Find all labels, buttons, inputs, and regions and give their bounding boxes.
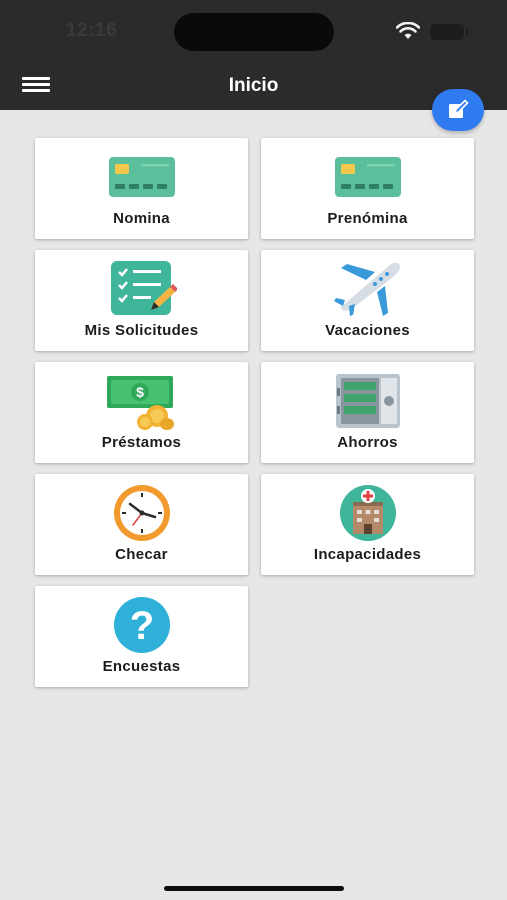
- tile-ahorros[interactable]: Ahorros: [261, 362, 474, 463]
- airplane-icon: [334, 262, 400, 316]
- tile-nomina[interactable]: Nomina: [35, 138, 248, 239]
- page-title: Inicio: [228, 75, 279, 96]
- tile-vacaciones[interactable]: Vacaciones: [261, 250, 474, 351]
- safe-icon: [336, 374, 400, 428]
- wifi-icon: [396, 22, 420, 39]
- home-indicator[interactable]: [164, 886, 344, 891]
- tile-label: Checar: [115, 546, 168, 563]
- tile-encuestas[interactable]: ? Encuestas: [35, 586, 248, 687]
- svg-text:?: ?: [130, 604, 154, 648]
- tile-label: Ahorros: [337, 434, 398, 451]
- checklist-icon: [111, 261, 177, 315]
- dynamic-island: [174, 13, 334, 51]
- status-time: 12:16: [66, 20, 118, 41]
- svg-text:$: $: [136, 384, 144, 400]
- question-icon: ?: [114, 597, 170, 653]
- money-coins-icon: $: [107, 376, 174, 430]
- tile-incapacidades[interactable]: Incapacidades: [261, 474, 474, 575]
- edit-icon: [449, 99, 469, 118]
- tile-prestamos[interactable]: $ Préstamos: [35, 362, 248, 463]
- tile-label: Préstamos: [101, 434, 182, 451]
- tile-mis-solicitudes[interactable]: Mis Solicitudes: [35, 250, 248, 351]
- tile-label: Prenómina: [327, 210, 408, 227]
- tile-label: Mis Solicitudes: [84, 322, 199, 339]
- credit-card-icon: [109, 157, 175, 197]
- tile-label: Vacaciones: [325, 322, 410, 339]
- credit-card-icon: [335, 157, 401, 197]
- hospital-icon: [340, 485, 396, 541]
- tile-label: Nomina: [113, 210, 170, 227]
- tile-prenomina[interactable]: Prenómina: [261, 138, 474, 239]
- tile-label: Encuestas: [102, 658, 181, 675]
- app-header: 12:16 Inicio: [0, 0, 507, 110]
- edit-button[interactable]: [432, 89, 484, 131]
- tile-checar[interactable]: Checar: [35, 474, 248, 575]
- battery-icon: [430, 24, 468, 40]
- tile-label: Incapacidades: [313, 546, 422, 563]
- clock-icon: [114, 485, 170, 541]
